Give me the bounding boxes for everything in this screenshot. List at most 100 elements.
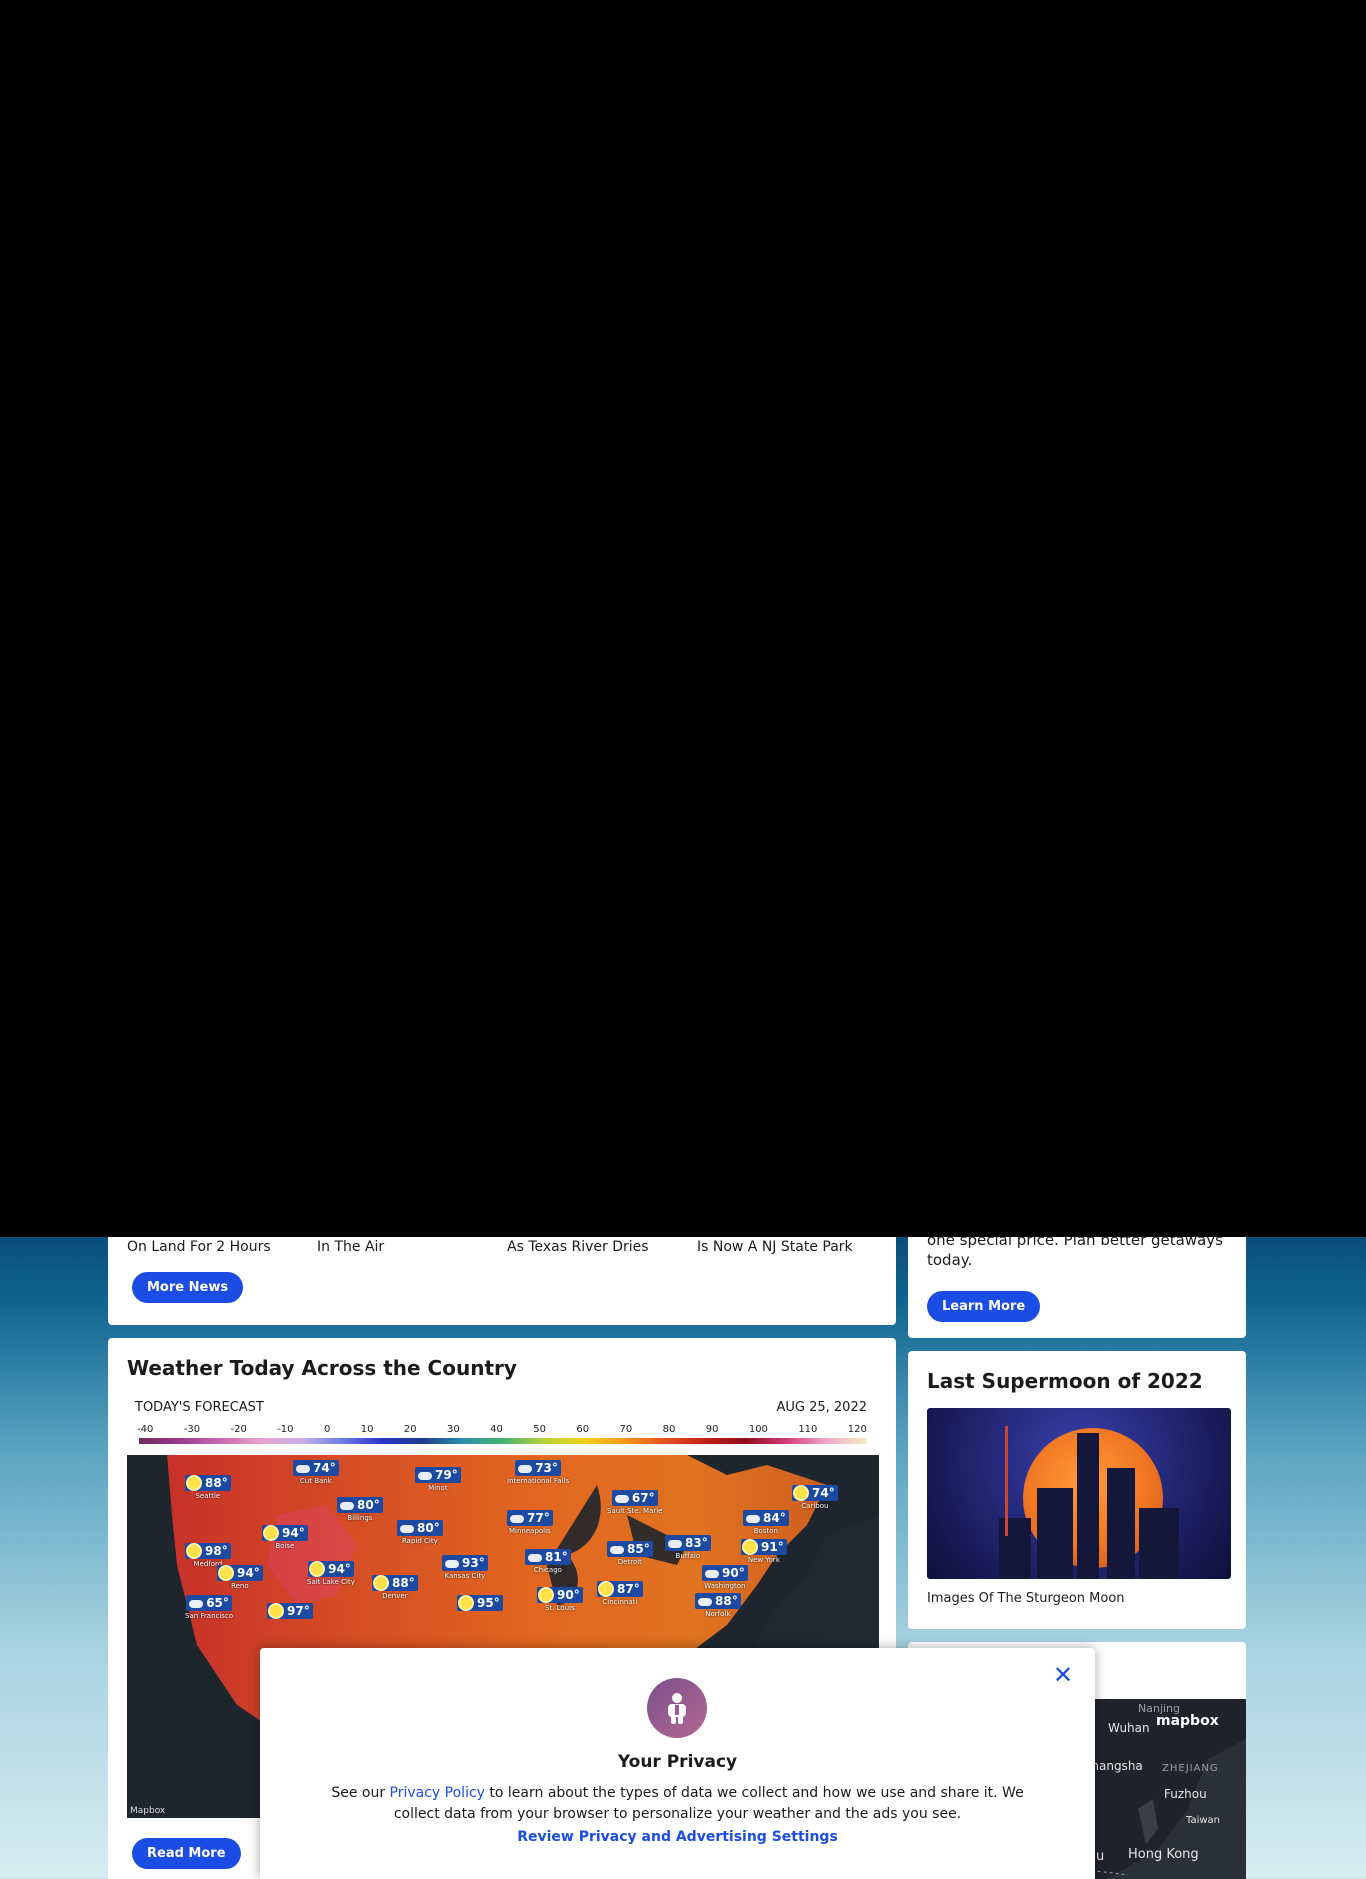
city-temp-chip: 95° <box>457 1595 503 1611</box>
city-marker: 94° Salt Lake City <box>307 1561 355 1586</box>
map-place-label: Wuhan <box>1108 1721 1150 1735</box>
city-marker: 80° Billings <box>337 1497 383 1522</box>
city-temperature: 90° <box>557 1588 580 1602</box>
city-name: Sault Ste. Marie <box>607 1507 663 1515</box>
city-marker: 74° Cut Bank <box>293 1460 339 1485</box>
legend-tick-label: -30 <box>183 1424 201 1435</box>
city-name: Cut Bank <box>299 1477 332 1485</box>
cloud-icon <box>510 1512 524 1524</box>
city-temperature: 88° <box>715 1594 738 1608</box>
city-temp-chip: 77° <box>507 1510 553 1526</box>
news-item-title[interactable]: On Land For 2 Hours <box>127 1238 317 1256</box>
cloud-icon <box>340 1499 354 1511</box>
city-temperature: 74° <box>812 1486 835 1500</box>
cloud-icon <box>418 1469 432 1481</box>
legend-tick-label: 100 <box>748 1424 768 1435</box>
city-temp-chip: 67° <box>611 1490 658 1506</box>
city-temp-chip: 94° <box>308 1561 354 1577</box>
sun-icon <box>270 1605 284 1617</box>
city-marker: 73° International Falls <box>507 1460 569 1485</box>
news-item-title[interactable]: Is Now A NJ State Park <box>697 1238 887 1256</box>
legend-scale: -40 -30 -20 -10 0 10 20 30 40 50 60 70 80 90 100 110 120 <box>137 1424 867 1435</box>
supermoon-image[interactable] <box>927 1408 1231 1579</box>
city-marker: 83° Buffalo <box>665 1535 711 1560</box>
city-marker: 91° New York <box>741 1539 787 1564</box>
privacy-settings-link[interactable]: Review Privacy and Advertising Settings <box>260 1829 1095 1845</box>
privacy-title: Your Privacy <box>617 1752 738 1772</box>
news-item-title[interactable]: As Texas River Dries <box>507 1238 697 1256</box>
learn-more-button[interactable]: Learn More <box>927 1291 1041 1322</box>
supermoon-card[interactable]: Last Supermoon of 2022 Images Of The Stu… <box>908 1351 1246 1629</box>
antenna-graphic <box>1005 1426 1008 1536</box>
map-place-label: ZHEJIANG <box>1162 1763 1219 1774</box>
city-temp-chip: 79° <box>415 1467 461 1483</box>
city-name: Boise <box>275 1542 295 1550</box>
city-temperature: 95° <box>477 1596 500 1610</box>
sun-icon <box>460 1597 474 1609</box>
city-marker: 88° Norfolk <box>695 1593 741 1618</box>
city-name: Minot <box>428 1484 448 1492</box>
city-marker: 80° Rapid City <box>397 1520 443 1545</box>
city-temperature: 91° <box>761 1540 784 1554</box>
city-name: Minneapolis <box>508 1527 551 1535</box>
city-temp-chip: 97° <box>267 1603 313 1619</box>
cloud-icon <box>698 1595 712 1607</box>
city-name: Boston <box>753 1527 778 1535</box>
legend-tick-label: 20 <box>403 1424 417 1435</box>
legend-tick-label: 40 <box>490 1424 503 1435</box>
supermoon-caption[interactable]: Images Of The Sturgeon Moon <box>927 1591 1125 1606</box>
city-name: Seattle <box>195 1492 221 1500</box>
city-temperature: 94° <box>282 1526 305 1540</box>
city-temp-chip: 65° <box>186 1595 232 1611</box>
supermoon-title[interactable]: Last Supermoon of 2022 <box>927 1369 1203 1393</box>
map-place-label: Fuzhou <box>1164 1787 1207 1801</box>
city-name: International Falls <box>507 1477 570 1485</box>
cloud-icon <box>746 1512 760 1524</box>
city-name: Washington <box>704 1582 746 1590</box>
sun-icon <box>540 1589 554 1601</box>
city-temperature: 87° <box>617 1582 640 1596</box>
more-news-button[interactable]: More News <box>132 1272 244 1303</box>
cloud-icon <box>445 1557 459 1569</box>
city-temp-chip: 74° <box>293 1460 339 1476</box>
rain-icon <box>528 1551 542 1563</box>
sun-icon <box>265 1527 279 1539</box>
city-temperature: 73° <box>535 1461 558 1475</box>
city-temp-chip: 88° <box>695 1593 741 1609</box>
city-name: Reno <box>231 1582 249 1590</box>
city-temp-chip: 93° <box>442 1555 488 1571</box>
city-temp-chip: 90° <box>702 1565 748 1581</box>
city-temp-chip: 94° <box>262 1525 308 1541</box>
rain-icon <box>614 1492 629 1504</box>
sun-icon <box>600 1583 614 1595</box>
read-more-button[interactable]: Read More <box>132 1838 241 1869</box>
legend-color-bar <box>139 1438 867 1444</box>
mapbox-logo: mapbox <box>1156 1713 1219 1729</box>
city-temp-chip: 81° <box>525 1549 571 1565</box>
city-temp-chip: 98° <box>185 1543 231 1559</box>
privacy-policy-link[interactable]: Privacy Policy <box>390 1785 485 1801</box>
city-temperature: 98° <box>205 1544 228 1558</box>
city-marker: 65° San Francisco <box>185 1595 233 1620</box>
news-list: On Land For 2 Hours In The Air As Texas … <box>127 1238 887 1256</box>
city-marker: 94° Reno <box>217 1565 263 1590</box>
legend-tick-label: 30 <box>446 1424 460 1435</box>
city-temperature: 74° <box>313 1461 336 1475</box>
city-temp-chip: 85° <box>607 1541 653 1557</box>
city-temperature: 81° <box>545 1550 568 1564</box>
legend-tick-label: -20 <box>230 1424 247 1435</box>
map-credit: Mapbox <box>130 1806 166 1816</box>
close-icon[interactable]: ✕ <box>1049 1662 1077 1690</box>
sun-icon <box>311 1563 325 1575</box>
city-temperature: 77° <box>527 1511 550 1525</box>
cloud-icon <box>189 1597 204 1609</box>
city-marker: 79° Minot <box>415 1467 461 1492</box>
sun-icon <box>188 1477 202 1489</box>
news-item-title[interactable]: In The Air <box>317 1238 507 1256</box>
city-marker: 85° Detroit <box>607 1541 653 1566</box>
city-temperature: 79° <box>435 1468 458 1482</box>
privacy-person-icon <box>647 1678 707 1738</box>
city-temp-chip: 84° <box>743 1510 789 1526</box>
privacy-message: See our Privacy Policy to learn about th… <box>320 1783 1035 1825</box>
privacy-dialog: ✕ Your Privacy See our Privacy Policy to… <box>260 1648 1095 1879</box>
